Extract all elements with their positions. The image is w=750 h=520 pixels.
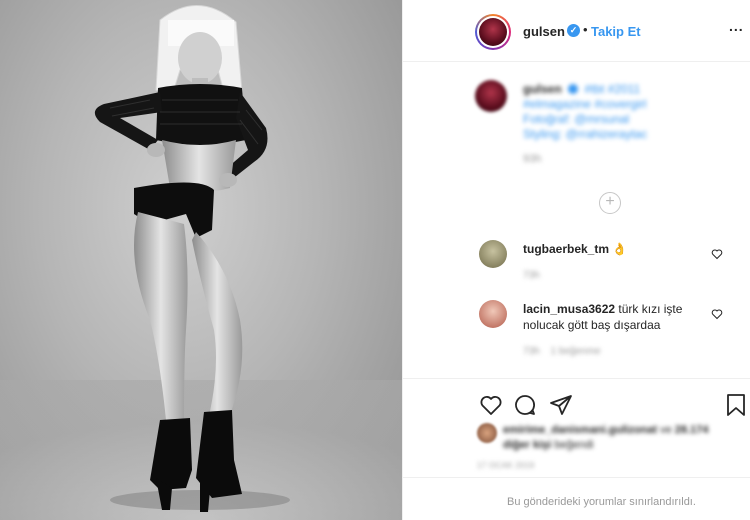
comment-meta: 73h 1 beğenme bbox=[523, 346, 601, 357]
model-photo-illustration bbox=[0, 5, 402, 520]
follow-button[interactable]: Takip Et bbox=[591, 24, 641, 39]
comment-avatar[interactable] bbox=[479, 240, 507, 268]
post-date[interactable]: 17 OCAK 2019 bbox=[477, 461, 534, 470]
caption-body: gulsen #tbt #2011 #elmagazine #covergirl… bbox=[523, 82, 723, 167]
comment-text-continued: nolucak gött baş dışardaa bbox=[523, 318, 661, 332]
restricted-text: Bu gönderideki yorumlar sınırlandırıldı. bbox=[507, 496, 696, 508]
verified-badge-icon: ✓ bbox=[567, 24, 580, 37]
comment-text: 👌 bbox=[612, 242, 628, 256]
more-options-icon[interactable]: ... bbox=[729, 18, 744, 34]
comment-line: tugbaerbek_tm 👌 bbox=[523, 242, 627, 256]
comment-line: lacin_musa3622 türk kızı işte bbox=[523, 302, 682, 316]
caption-time: 93h bbox=[523, 153, 542, 165]
post-header: gulsen ✓ • Takip Et ... bbox=[403, 0, 750, 62]
liker-username[interactable]: emirime_danismani.gulizonat bbox=[503, 424, 657, 436]
comment-bubble-icon[interactable] bbox=[513, 393, 537, 417]
post-photo[interactable] bbox=[0, 0, 402, 520]
comment-username[interactable]: lacin_musa3622 bbox=[523, 302, 615, 316]
post-sidebar: gulsen ✓ • Takip Et ... gulsen #tbt #201… bbox=[402, 0, 750, 520]
save-bookmark-icon[interactable] bbox=[725, 393, 747, 417]
caption-hashtags-1[interactable]: #tbt #2011 bbox=[584, 82, 640, 96]
comment-time: 73h bbox=[523, 346, 540, 357]
like-heart-icon[interactable] bbox=[479, 393, 503, 417]
comment-avatar[interactable] bbox=[479, 300, 507, 328]
share-plane-icon[interactable] bbox=[549, 393, 573, 417]
avatar-frame bbox=[477, 16, 509, 48]
comment-time: 73h bbox=[523, 270, 540, 281]
caption-hashtags-2[interactable]: #elmagazine #covergirl bbox=[523, 97, 723, 112]
liker-avatar[interactable] bbox=[477, 423, 497, 443]
comments-restricted-notice: Bu gönderideki yorumlar sınırlandırıldı. bbox=[403, 477, 750, 520]
comment-text: türk kızı işte bbox=[618, 302, 683, 316]
load-more-comments-button[interactable]: + bbox=[599, 192, 621, 214]
like-comment-heart-icon[interactable] bbox=[711, 248, 723, 260]
header-separator: • bbox=[583, 22, 588, 37]
caption-username[interactable]: gulsen bbox=[523, 82, 562, 96]
likes-text: emirime_danismani.gulizonat ve 28.174 di… bbox=[503, 423, 723, 453]
comment-likes-count[interactable]: 1 beğenme bbox=[550, 346, 600, 357]
likes-suffix: beğendi bbox=[551, 439, 594, 451]
caption-photographer[interactable]: Fotoğraf: @mrsunal bbox=[523, 112, 723, 127]
caption-avatar[interactable] bbox=[475, 80, 507, 112]
header-username[interactable]: gulsen bbox=[523, 24, 565, 39]
likes-connector: ve bbox=[657, 424, 672, 436]
profile-avatar[interactable] bbox=[475, 14, 511, 50]
caption-verified-icon bbox=[568, 84, 579, 94]
like-comment-heart-icon[interactable] bbox=[711, 308, 723, 320]
post-actions-section: emirime_danismani.gulizonat ve 28.174 di… bbox=[403, 378, 750, 520]
caption-styling[interactable]: Styling: @rrahizeraytac bbox=[523, 127, 723, 142]
avatar-image bbox=[479, 18, 507, 46]
comment-username[interactable]: tugbaerbek_tm bbox=[523, 242, 609, 256]
